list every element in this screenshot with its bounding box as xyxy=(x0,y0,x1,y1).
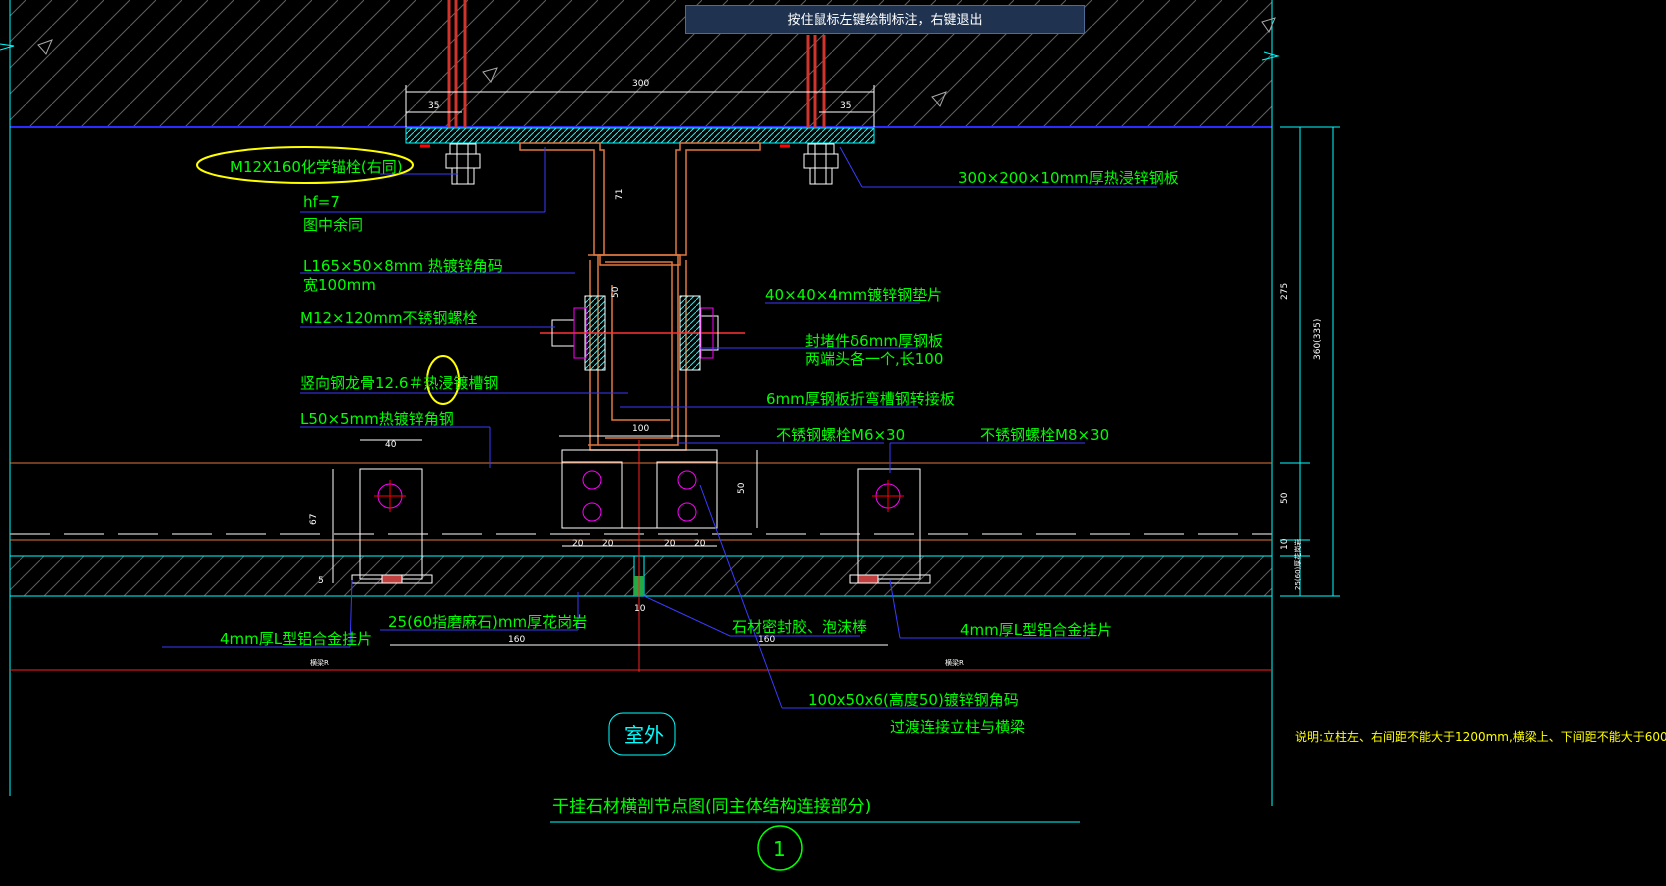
label-hanger-right: 4mm厚L型铝合金挂片 xyxy=(960,621,1112,639)
label-sealant: 石材密封胶、泡沫棒 xyxy=(732,618,867,636)
dim-275: 275 xyxy=(1280,283,1290,300)
label-seal-plate: 封堵件δ6mm厚钢板 xyxy=(805,332,943,350)
stone-joint[interactable] xyxy=(633,440,645,672)
anchor-bolt-right[interactable] xyxy=(803,143,839,185)
label-granite: 25(60指磨麻石)mm厚花岗岩 xyxy=(388,613,587,631)
dim-160-right: 160 xyxy=(758,635,775,645)
label-channel: 竖向钢龙骨12.6＃热浸镀槽钢 xyxy=(300,374,498,392)
dim-10-right: 10 xyxy=(1280,538,1290,550)
label-angle-steel: L50×5mm热镀锌角钢 xyxy=(300,410,454,428)
label-angle-code: L165×50×8mm 热镀锌角码 xyxy=(303,257,503,275)
dim-20d: 20 xyxy=(694,539,706,549)
concrete-wall xyxy=(0,0,1280,806)
dim-20c: 20 xyxy=(664,539,676,549)
label-bolt-m8: 不锈钢螺栓M8×30 xyxy=(980,426,1109,444)
stainless-bolt[interactable] xyxy=(540,295,745,371)
dim-100: 100 xyxy=(632,424,649,434)
axis-left: 横梁R xyxy=(310,658,329,667)
dim-71: 71 xyxy=(615,189,625,200)
label-bolt-m6: 不锈钢螺栓M6×30 xyxy=(776,426,905,444)
dim-35-left: 35 xyxy=(428,101,439,111)
label-seal-plate-note: 两端头各一个,长100 xyxy=(805,350,943,368)
dim-50a: 50 xyxy=(611,286,621,298)
dim-40: 40 xyxy=(385,440,397,450)
dim-20b: 20 xyxy=(602,539,614,549)
label-outdoor: 室外 xyxy=(624,723,664,747)
drawing-title: 干挂石材横剖节点图(同主体结构连接部分) xyxy=(552,797,871,817)
dim-50-right: 50 xyxy=(1280,492,1290,504)
label-bent-plate: 6mm厚钢板折弯槽钢转接板 xyxy=(766,390,955,408)
dim-50b: 50 xyxy=(737,482,747,494)
dim-10: 10 xyxy=(634,604,646,614)
dim-20a: 20 xyxy=(572,539,584,549)
label-angle-width: 宽100mm xyxy=(303,276,376,294)
label-note: 说明:立柱左、右间距不能大于1200mm,横梁上、下间距不能大于600mm。 xyxy=(1295,729,1666,744)
anchor-bolt-left[interactable] xyxy=(445,143,481,185)
label-corner-code-note: 过渡连接立柱与横梁 xyxy=(890,718,1025,736)
command-tooltip: 按住鼠标左键绘制标注，右键退出 xyxy=(685,5,1085,34)
label-weld-note: 图中余同 xyxy=(303,216,363,234)
label-anchor-bolt: M12X160化学锚栓(右同) xyxy=(230,158,403,176)
angle-codes[interactable] xyxy=(519,142,761,266)
drawing-number: 1 xyxy=(773,837,786,861)
dim-160-left: 160 xyxy=(508,635,525,645)
label-hanger-left: 4mm厚L型铝合金挂片 xyxy=(220,630,372,648)
dim-total: 360(335) xyxy=(1313,319,1323,360)
label-weld: hf=7 xyxy=(303,193,340,211)
dim-5: 5 xyxy=(318,576,324,586)
dim-stone: 25(60)厚花岗岩 xyxy=(1293,539,1302,590)
dim-67: 67 xyxy=(309,514,319,525)
axis-right: 横梁R xyxy=(945,658,964,667)
label-corner-code: 100x50x6(高度50)镀锌钢角码 xyxy=(808,691,1019,709)
dim-300: 300 xyxy=(632,79,649,89)
label-washer: 40×40×4mm镀锌钢垫片 xyxy=(765,286,942,304)
dim-35-right: 35 xyxy=(840,101,851,111)
right-dimensions xyxy=(1280,126,1340,597)
embed-plate[interactable] xyxy=(405,127,875,148)
label-ss-bolt: M12×120mm不锈钢螺栓 xyxy=(300,309,477,327)
cad-drawing[interactable]: M12X160化学锚栓(右同) hf=7 图中余同 L165×50×8mm 热镀… xyxy=(0,0,1666,886)
label-plate: 300×200×10mm厚热浸锌钢板 xyxy=(958,169,1179,187)
